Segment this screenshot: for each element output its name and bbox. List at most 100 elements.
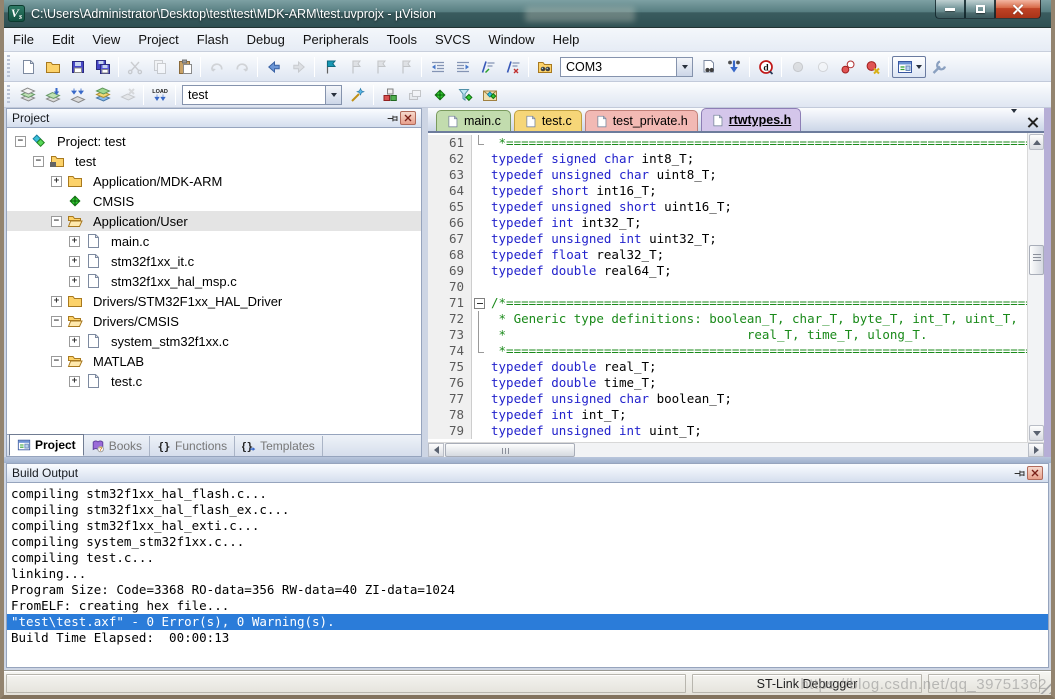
panel-tab-templates[interactable]: Templates — [235, 436, 323, 456]
close-button[interactable] — [995, 0, 1041, 19]
undo-button[interactable] — [204, 56, 229, 78]
expander-collapsed[interactable]: + — [51, 296, 62, 307]
select-software-packs-button[interactable] — [452, 84, 477, 106]
toolbar-grip[interactable] — [5, 85, 12, 105]
configure-button[interactable] — [926, 56, 951, 78]
uncomment-selection-button[interactable] — [500, 56, 525, 78]
tree-item-main-c[interactable]: +main.c — [7, 231, 421, 251]
redo-button[interactable] — [229, 56, 254, 78]
new-file-button[interactable] — [15, 56, 40, 78]
code-line-65[interactable]: 65typedef unsigned short uint16_T; — [428, 199, 1027, 215]
unindent-button[interactable] — [425, 56, 450, 78]
code-line-64[interactable]: 64typedef short int16_T; — [428, 183, 1027, 199]
minimize-button[interactable] — [935, 0, 965, 19]
code-line-62[interactable]: 62typedef signed char int8_T; — [428, 151, 1027, 167]
scroll-left-button[interactable] — [428, 443, 444, 457]
expander-collapsed[interactable]: + — [69, 276, 80, 287]
vertical-scroll-thumb[interactable] — [1029, 245, 1044, 275]
menu-tools[interactable]: Tools — [378, 29, 426, 50]
target-options-button[interactable] — [345, 84, 370, 106]
find-in-files-button[interactable] — [532, 56, 557, 78]
close-panel-button[interactable] — [400, 111, 416, 125]
cut-button[interactable] — [122, 56, 147, 78]
panel-tab-books[interactable]: Books — [84, 436, 150, 456]
build-output-line[interactable]: compiling stm32f1xx_hal_flash.c... — [7, 486, 1048, 502]
editor-tab-rtwtypes-h[interactable]: rtwtypes.h — [701, 108, 802, 131]
build-output-line[interactable]: compiling stm32f1xx_hal_flash_ex.c... — [7, 502, 1048, 518]
editor-horizontal-scrollbar[interactable] — [428, 442, 1044, 457]
code-line-77[interactable]: 77typedef unsigned char boolean_T; — [428, 391, 1027, 407]
panel-tab-project[interactable]: Project — [9, 434, 84, 456]
build-output-line[interactable]: "test\test.axf" - 0 Error(s), 0 Warning(… — [7, 614, 1048, 630]
expander-expanded[interactable]: − — [33, 156, 44, 167]
code-line-75[interactable]: 75typedef double real_T; — [428, 359, 1027, 375]
close-document-button[interactable] — [1027, 117, 1038, 128]
incremental-find-button[interactable] — [721, 56, 746, 78]
code-line-71[interactable]: 71/*====================================… — [428, 295, 1027, 311]
fold-margin[interactable] — [472, 295, 486, 311]
menu-help[interactable]: Help — [544, 29, 589, 50]
title-bar[interactable]: Vs C:\Users\Administrator\Desktop\test\t… — [0, 0, 1055, 28]
menu-view[interactable]: View — [83, 29, 129, 50]
build-button[interactable] — [40, 84, 65, 106]
tree-item-stm32f1xx-it-c[interactable]: +stm32f1xx_it.c — [7, 251, 421, 271]
tree-item-cmsis[interactable]: CMSIS — [7, 191, 421, 211]
code-line-72[interactable]: 72 * Generic type definitions: boolean_T… — [428, 311, 1027, 327]
pin-output-button[interactable] — [1011, 466, 1027, 480]
tree-item-application-user[interactable]: −Application/User — [7, 211, 421, 231]
clear-bookmarks-button[interactable] — [393, 56, 418, 78]
expander-collapsed[interactable]: + — [69, 336, 80, 347]
window-layout-button[interactable] — [892, 56, 926, 78]
menu-project[interactable]: Project — [129, 29, 187, 50]
toolbar-grip[interactable] — [5, 55, 12, 78]
navigate-back-button[interactable] — [261, 56, 286, 78]
menu-debug[interactable]: Debug — [238, 29, 294, 50]
code-line-63[interactable]: 63typedef unsigned char uint8_T; — [428, 167, 1027, 183]
batch-build-button[interactable] — [90, 84, 115, 106]
copy-button[interactable] — [147, 56, 172, 78]
scroll-up-button[interactable] — [1029, 134, 1044, 150]
build-output-line[interactable]: Build Time Elapsed: 00:00:13 — [7, 630, 1048, 646]
tree-item-application-mdk-arm[interactable]: +Application/MDK-ARM — [7, 171, 421, 191]
target-select-dropdown-button[interactable] — [325, 86, 341, 104]
menu-window[interactable]: Window — [479, 29, 543, 50]
code-line-79[interactable]: 79typedef unsigned int uint_T; — [428, 423, 1027, 439]
translate-button[interactable] — [15, 84, 40, 106]
code-line-78[interactable]: 78typedef int int_T; — [428, 407, 1027, 423]
save-button[interactable] — [65, 56, 90, 78]
build-output-line[interactable]: linking... — [7, 566, 1048, 582]
expander-collapsed[interactable]: + — [51, 176, 62, 187]
indent-button[interactable] — [450, 56, 475, 78]
close-output-button[interactable] — [1027, 466, 1043, 480]
code-line-68[interactable]: 68typedef float real32_T; — [428, 247, 1027, 263]
expander-expanded[interactable]: − — [51, 216, 62, 227]
multi-project-workspace-button[interactable] — [402, 84, 427, 106]
code-line-67[interactable]: 67typedef unsigned int uint32_T; — [428, 231, 1027, 247]
save-all-button[interactable] — [90, 56, 115, 78]
code-line-61[interactable]: 61 *====================================… — [428, 135, 1027, 151]
build-output-line[interactable]: Program Size: Code=3368 RO-data=356 RW-d… — [7, 582, 1048, 598]
previous-bookmark-button[interactable] — [343, 56, 368, 78]
code-line-69[interactable]: 69typedef double real64_T; — [428, 263, 1027, 279]
menu-flash[interactable]: Flash — [188, 29, 238, 50]
stop-build-button[interactable] — [115, 84, 140, 106]
build-output-line[interactable]: compiling test.c... — [7, 550, 1048, 566]
horizontal-scroll-thumb[interactable] — [445, 443, 575, 457]
download-button[interactable] — [147, 84, 172, 106]
com-port-select-dropdown-button[interactable] — [676, 58, 692, 76]
manage-project-items-button[interactable] — [377, 84, 402, 106]
menu-edit[interactable]: Edit — [43, 29, 83, 50]
comment-selection-button[interactable] — [475, 56, 500, 78]
code-line-74[interactable]: 74 *====================================… — [428, 343, 1027, 359]
com-port-select[interactable]: COM3 — [560, 57, 693, 77]
enable-disable-tracepoint-button[interactable] — [810, 56, 835, 78]
menu-peripherals[interactable]: Peripherals — [294, 29, 378, 50]
menu-svcs[interactable]: SVCS — [426, 29, 479, 50]
restore-button[interactable] — [965, 0, 995, 19]
open-file-button[interactable] — [40, 56, 65, 78]
build-output-line[interactable]: compiling system_stm32f1xx.c... — [7, 534, 1048, 550]
target-select[interactable]: test — [182, 85, 342, 105]
tree-item-system-stm32f1xx-c[interactable]: +system_stm32f1xx.c — [7, 331, 421, 351]
toggle-bookmark-button[interactable] — [318, 56, 343, 78]
tree-item-drivers-cmsis[interactable]: −Drivers/CMSIS — [7, 311, 421, 331]
